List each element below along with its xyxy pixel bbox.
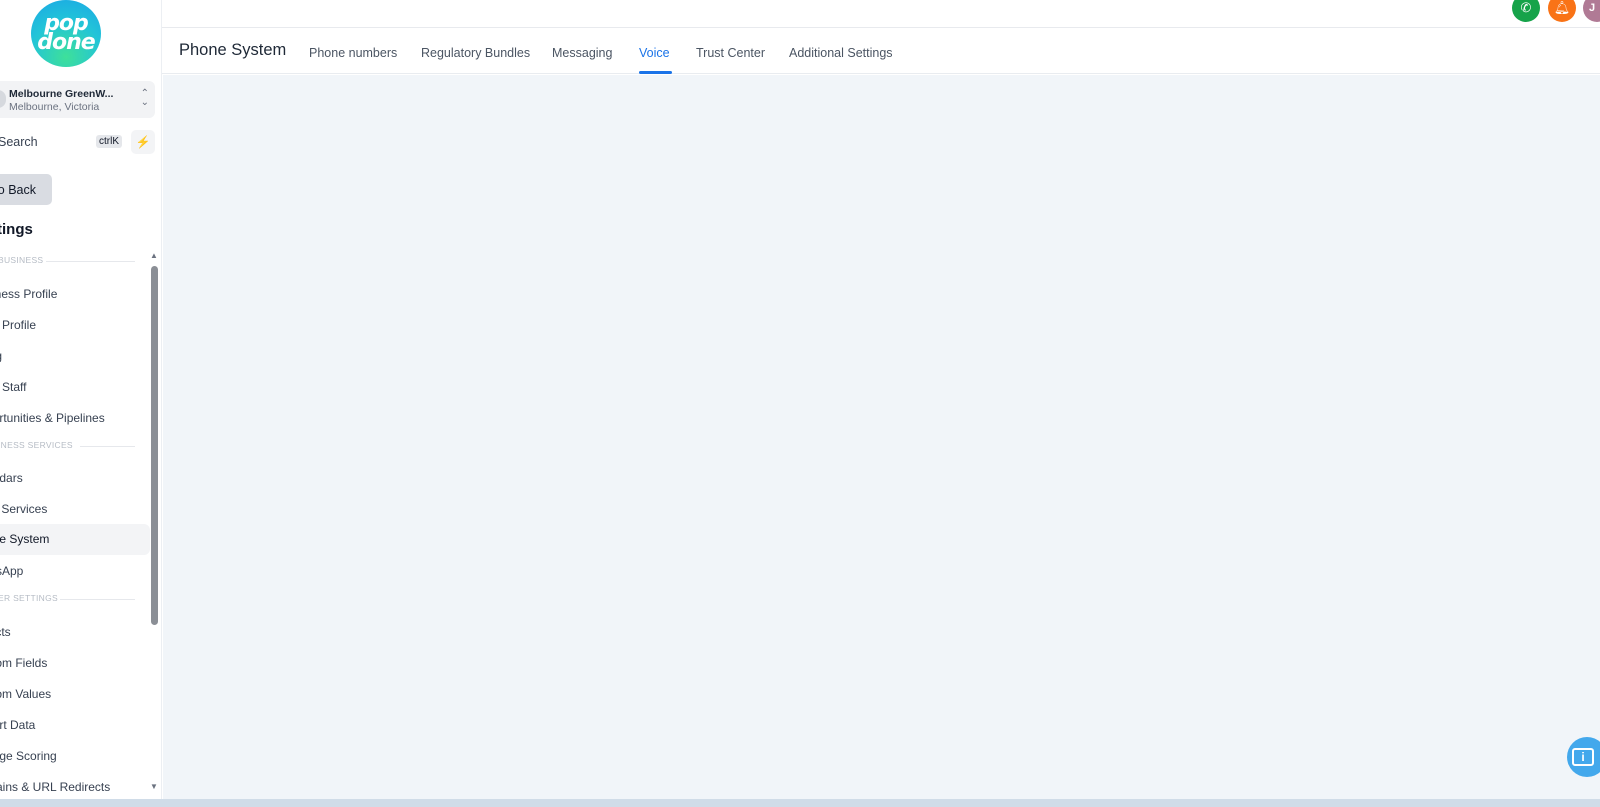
location-switcher[interactable]: Melbourne GreenW... Melbourne, Victoria … (0, 81, 155, 118)
help-icon: i (1572, 748, 1594, 766)
sidebar-item-manage-scoring[interactable]: nage Scoring (0, 749, 57, 763)
sidebar-item-custom-fields[interactable]: stom Fields (0, 656, 47, 670)
sidebar-item-my-profile[interactable]: Profile (2, 318, 36, 332)
scroll-down-arrow[interactable]: ▼ (150, 782, 158, 791)
sidebar-item-email-services[interactable]: ail Services (0, 502, 47, 516)
search-input[interactable]: Search ctrlK (0, 130, 124, 154)
sidebar-item-domains-url-redirects[interactable]: mains & URL Redirects (0, 780, 110, 794)
tab-regulatory-bundles[interactable]: Regulatory Bundles (421, 46, 530, 60)
sidebar-item-phone-system[interactable]: one System (0, 524, 150, 555)
quick-action-button[interactable]: ⚡ (131, 130, 155, 154)
section-label-other-settings: ER SETTINGS (0, 593, 58, 603)
sidebar: pop done Melbourne GreenW... Melbourne, … (0, 0, 162, 799)
tab-bar: Phone System Phone numbers Regulatory Bu… (162, 30, 1600, 74)
page-title: Phone System (179, 41, 287, 59)
tab-trust-center[interactable]: Trust Center (696, 46, 765, 60)
sidebar-item-custom-values[interactable]: stom Values (0, 687, 51, 701)
main-content (163, 75, 1600, 799)
settings-heading: tings (0, 221, 33, 238)
sidebar-item-my-staff[interactable]: Staff (2, 380, 26, 394)
search-label: Search (0, 135, 38, 149)
bottom-strip (0, 799, 1600, 807)
active-tab-indicator (639, 71, 672, 74)
sidebar-scrollbar[interactable] (151, 266, 158, 625)
bell-icon[interactable]: 🔔︎ (1548, 0, 1576, 22)
help-button[interactable]: i (1567, 737, 1600, 777)
sidebar-item-billing[interactable]: ing (0, 349, 2, 363)
sidebar-item-calendars[interactable]: endars (0, 471, 23, 485)
logo-text-bottom: done (37, 29, 95, 55)
search-shortcut-badge: ctrlK (96, 135, 122, 148)
sidebar-item-whatsapp[interactable]: atsApp (0, 564, 23, 578)
sidebar-item-business-profile[interactable]: siness Profile (0, 287, 57, 301)
scroll-up-arrow[interactable]: ▲ (150, 251, 158, 260)
sidebar-item-opportunities-pipelines[interactable]: portunities & Pipelines (0, 411, 105, 425)
location-avatar (0, 90, 6, 108)
go-back-button[interactable]: o Back (0, 174, 52, 205)
tab-additional-settings[interactable]: Additional Settings (789, 46, 893, 60)
section-divider (46, 261, 135, 262)
avatar[interactable]: J (1583, 0, 1600, 22)
tab-messaging[interactable]: Messaging (552, 46, 612, 60)
sidebar-item-objects[interactable]: jects (0, 625, 11, 639)
location-name: Melbourne GreenW... (9, 88, 114, 100)
top-header: ✆ 🔔︎ J (162, 0, 1600, 28)
phone-icon[interactable]: ✆ (1512, 0, 1540, 22)
sidebar-item-label: one System (0, 532, 50, 546)
section-label-business-services: INESS SERVICES (0, 440, 73, 450)
chevron-up-down-icon: ⌃ ⌄ (140, 88, 149, 108)
tab-phone-numbers[interactable]: Phone numbers (309, 46, 397, 60)
sidebar-item-import-data[interactable]: port Data (0, 718, 35, 732)
section-divider (60, 599, 135, 600)
section-divider (80, 446, 135, 447)
location-address: Melbourne, Victoria (9, 101, 100, 113)
section-label-business: BUSINESS (0, 255, 44, 265)
tab-voice[interactable]: Voice (639, 46, 670, 60)
brand-logo[interactable]: pop done (31, 0, 101, 67)
bolt-icon: ⚡ (135, 135, 151, 149)
avatar-initial: J (1589, 2, 1596, 14)
